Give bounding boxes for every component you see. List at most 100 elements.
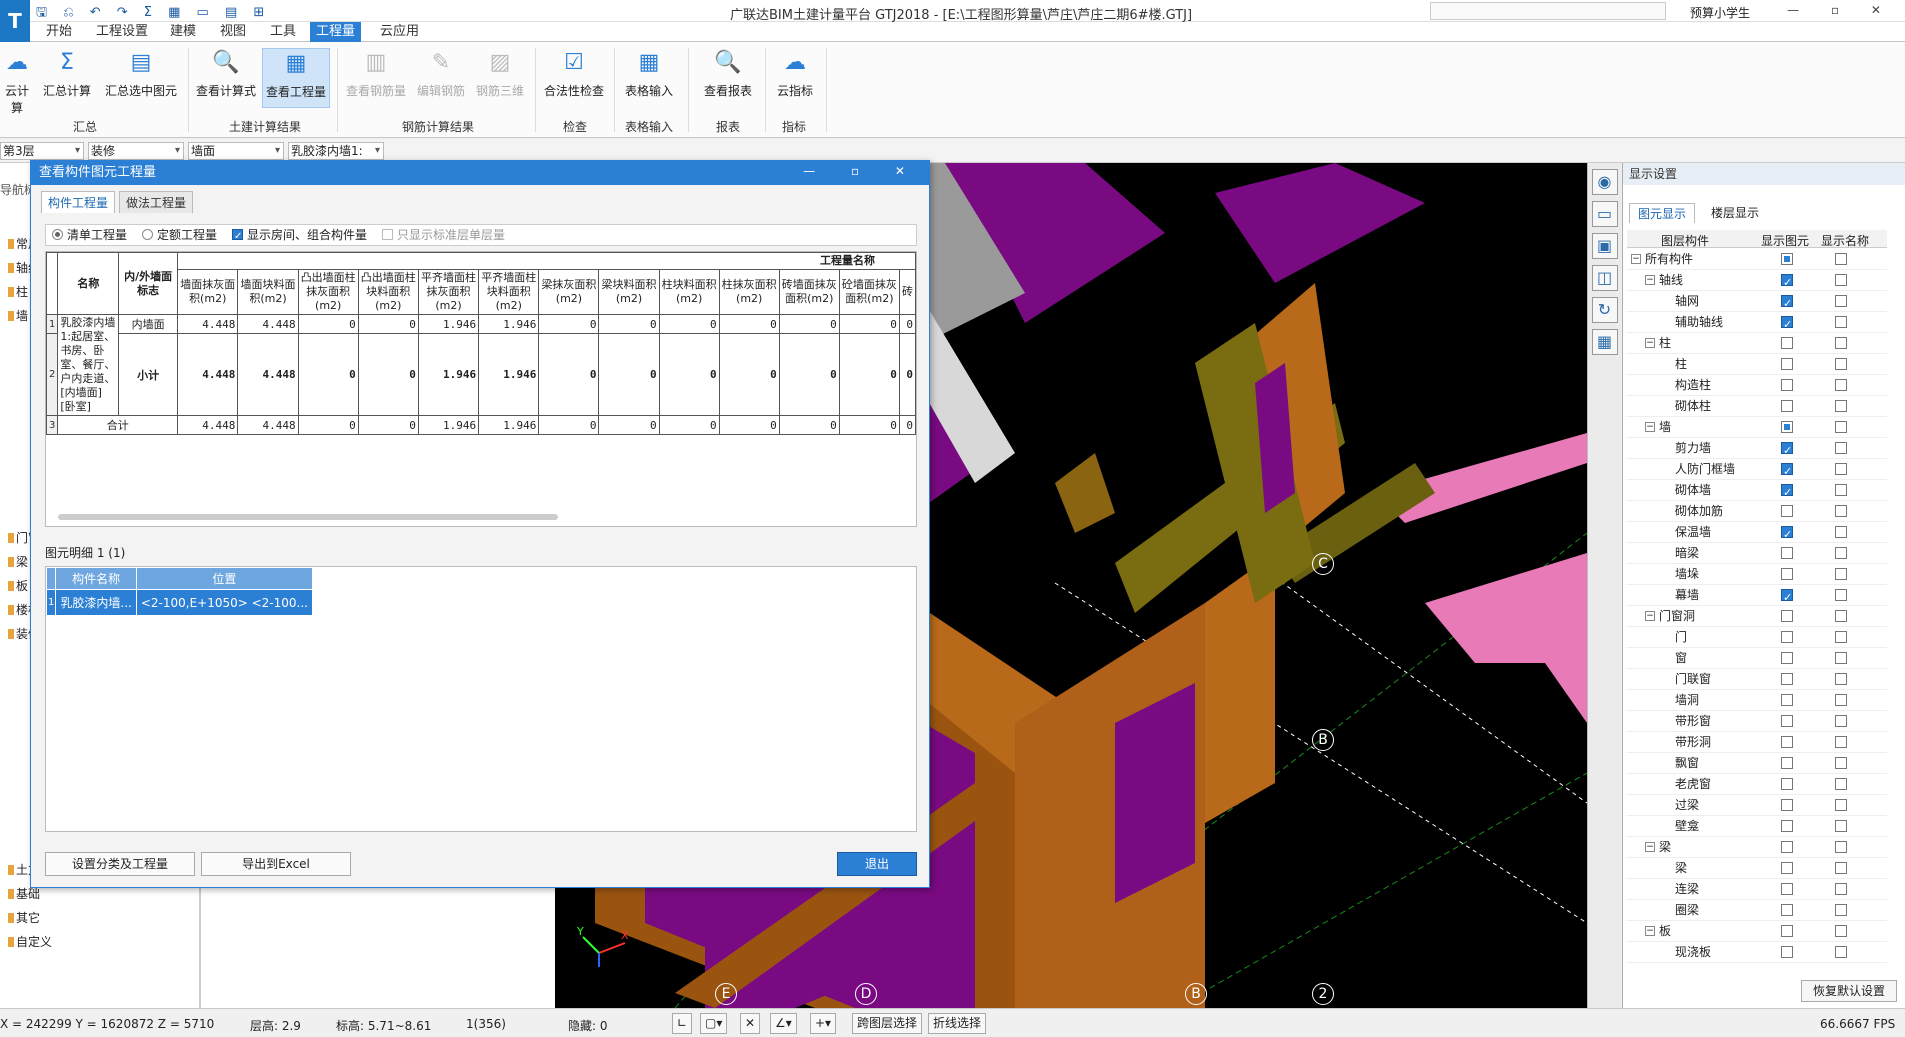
cross-floor-select-button[interactable]: 跨图层选择 xyxy=(852,1013,923,1034)
show-name-checkbox[interactable] xyxy=(1835,484,1847,496)
show-element-checkbox[interactable] xyxy=(1781,715,1793,727)
tab-element-display[interactable]: 图元显示 xyxy=(1629,203,1696,223)
radio-bill-quantity[interactable]: 清单工程量 xyxy=(52,225,127,245)
show-name-checkbox[interactable] xyxy=(1835,862,1847,874)
show-name-checkbox[interactable] xyxy=(1835,652,1847,664)
show-element-checkbox[interactable] xyxy=(1781,314,1793,335)
cloud-calc-button[interactable]: ☁ 云计算 xyxy=(0,48,34,115)
type-select[interactable]: 墙面 xyxy=(188,142,284,160)
tab-component-quantity[interactable]: 构件工程量 xyxy=(41,191,116,213)
display-tree-row[interactable]: − 柱 xyxy=(1627,333,1887,354)
show-name-checkbox[interactable] xyxy=(1835,883,1847,895)
tab-method-quantity[interactable]: 做法工程量 xyxy=(119,191,194,213)
show-name-checkbox[interactable] xyxy=(1835,904,1847,916)
display-tree-row[interactable]: 老虎窗 xyxy=(1627,774,1887,795)
show-name-checkbox[interactable] xyxy=(1835,799,1847,811)
show-element-checkbox[interactable] xyxy=(1781,524,1793,545)
show-element-checkbox[interactable] xyxy=(1781,883,1793,895)
display-tree-row[interactable]: 飘窗 xyxy=(1627,753,1887,774)
table-row[interactable]: 1 乳胶漆内墙... <2-100,E+1050> <2-100... xyxy=(45,589,313,616)
display-tree-row[interactable]: − 墙 xyxy=(1627,417,1887,438)
ortho-icon[interactable]: ∟ xyxy=(672,1013,693,1034)
cloud-index-button[interactable]: ☁ 云指标 xyxy=(770,48,820,108)
show-name-checkbox[interactable] xyxy=(1835,505,1847,517)
show-name-checkbox[interactable] xyxy=(1835,316,1847,328)
display-tree-row[interactable]: − 板 xyxy=(1627,921,1887,942)
show-element-checkbox[interactable] xyxy=(1781,799,1793,811)
show-element-checkbox[interactable] xyxy=(1781,547,1793,559)
show-name-checkbox[interactable] xyxy=(1835,274,1847,286)
display-tree-row[interactable]: − 轴线 xyxy=(1627,270,1887,293)
display-tree-row[interactable]: 砌体加筋 xyxy=(1627,501,1887,522)
tab-view[interactable]: 视图 xyxy=(214,22,252,42)
show-element-checkbox[interactable] xyxy=(1781,631,1793,643)
nav-item-wall[interactable]: 墙 xyxy=(8,307,28,324)
title-search-input[interactable] xyxy=(1430,2,1666,20)
show-name-checkbox[interactable] xyxy=(1835,421,1847,433)
show-name-checkbox[interactable] xyxy=(1835,400,1847,412)
show-element-checkbox[interactable] xyxy=(1781,904,1793,916)
display-tree-row[interactable]: 辅助轴线 xyxy=(1627,312,1887,335)
show-element-checkbox[interactable] xyxy=(1781,736,1793,748)
display-tree-row[interactable]: 过梁 xyxy=(1627,795,1887,816)
display-tree-row[interactable]: 轴网 xyxy=(1627,291,1887,314)
show-element-checkbox[interactable] xyxy=(1781,461,1793,482)
show-name-checkbox[interactable] xyxy=(1835,925,1847,937)
category-select[interactable]: 装修 xyxy=(88,142,184,160)
tab-start[interactable]: 开始 xyxy=(40,22,78,42)
collapse-toggle-icon[interactable]: − xyxy=(1631,254,1641,264)
show-element-checkbox[interactable] xyxy=(1781,841,1793,853)
show-name-checkbox[interactable] xyxy=(1835,442,1847,454)
table-row[interactable]: 2 小计 4.448 4.448 0 0 1.946 1.946 0 0 0 0 0 0 0 xyxy=(46,333,916,416)
tab-tools[interactable]: 工具 xyxy=(264,22,302,42)
display-tree-row[interactable]: 带形窗 xyxy=(1627,711,1887,732)
show-element-checkbox[interactable] xyxy=(1781,272,1793,293)
show-name-checkbox[interactable] xyxy=(1835,946,1847,958)
show-name-checkbox[interactable] xyxy=(1835,820,1847,832)
display-tree-row[interactable]: − 门窗洞 xyxy=(1627,606,1887,627)
view-report-button[interactable]: 🔍 查看报表 xyxy=(696,48,760,108)
show-name-checkbox[interactable] xyxy=(1835,379,1847,391)
view-2d-icon[interactable]: ▭ xyxy=(1591,201,1618,227)
tab-cloud-apps[interactable]: 云应用 xyxy=(374,22,425,42)
nav-item-beam[interactable]: 梁 xyxy=(8,553,28,570)
collapse-toggle-icon[interactable]: − xyxy=(1645,611,1655,621)
user-name[interactable]: 预算小学生 xyxy=(1690,4,1750,21)
export-excel-button[interactable]: 导出到Excel xyxy=(201,852,351,876)
angle-icon[interactable]: ∠▾ xyxy=(770,1013,797,1034)
show-element-checkbox[interactable] xyxy=(1781,820,1793,832)
display-tree-row[interactable]: 人防门框墙 xyxy=(1627,459,1887,482)
table-row[interactable]: 3 合计 4.448 4.448 0 0 1.946 1.946 0 0 0 0 0 0 0 xyxy=(46,415,916,435)
display-tree-row[interactable]: 剪力墙 xyxy=(1627,438,1887,461)
show-element-checkbox[interactable] xyxy=(1781,757,1793,769)
display-tree-row[interactable]: 暗梁 xyxy=(1627,543,1887,564)
show-name-checkbox[interactable] xyxy=(1835,610,1847,622)
show-element-checkbox[interactable] xyxy=(1781,568,1793,580)
show-name-checkbox[interactable] xyxy=(1835,841,1847,853)
tab-floor-display[interactable]: 楼层显示 xyxy=(1703,203,1767,223)
show-name-checkbox[interactable] xyxy=(1835,631,1847,643)
show-name-checkbox[interactable] xyxy=(1835,253,1847,265)
display-tree-row[interactable]: 梁 xyxy=(1627,858,1887,879)
collapse-toggle-icon[interactable]: − xyxy=(1645,842,1655,852)
display-tree-row[interactable]: 保温墙 xyxy=(1627,522,1887,545)
display-tree-row[interactable]: 构造柱 xyxy=(1627,375,1887,396)
display-tree-row[interactable]: 幕墙 xyxy=(1627,585,1887,608)
show-element-checkbox[interactable] xyxy=(1781,337,1793,349)
display-tree-row[interactable]: − 梁 xyxy=(1627,837,1887,858)
show-name-checkbox[interactable] xyxy=(1835,295,1847,307)
show-name-checkbox[interactable] xyxy=(1835,547,1847,559)
checkbox-show-rooms[interactable]: 显示房间、组合构件量 xyxy=(232,225,367,247)
view-formula-button[interactable]: 🔍 查看计算式 xyxy=(193,48,259,108)
collapse-toggle-icon[interactable]: − xyxy=(1645,338,1655,348)
view-quantity-button[interactable]: ▦ 查看工程量 xyxy=(262,48,330,108)
display-tree-row[interactable]: 门 xyxy=(1627,627,1887,648)
table-input-button[interactable]: ▦ 表格输入 xyxy=(620,48,678,108)
show-element-checkbox[interactable] xyxy=(1781,482,1793,503)
display-tree-row[interactable]: 砌体墙 xyxy=(1627,480,1887,503)
show-element-checkbox[interactable] xyxy=(1781,421,1793,433)
show-name-checkbox[interactable] xyxy=(1835,694,1847,706)
show-element-checkbox[interactable] xyxy=(1781,253,1793,265)
settings-button[interactable]: 设置分类及工程量 xyxy=(45,852,195,876)
show-element-checkbox[interactable] xyxy=(1781,440,1793,461)
